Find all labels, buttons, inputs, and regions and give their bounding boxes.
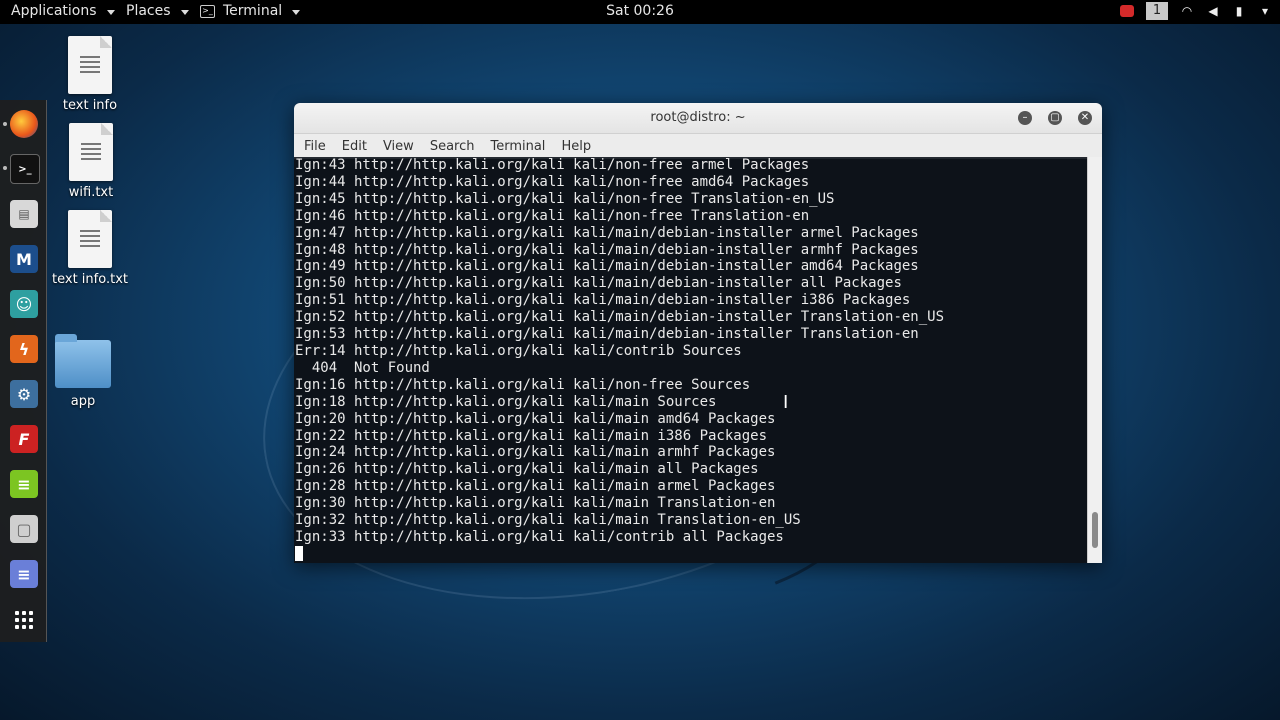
terminal-line: Ign:43 http://http.kali.org/kali kali/no…: [295, 157, 810, 173]
text-cursor-icon: I: [783, 392, 789, 413]
terminal-line: Err:14 http://http.kali.org/kali kali/co…: [295, 342, 742, 359]
scrollbar-thumb[interactable]: [1092, 512, 1098, 548]
volume-icon[interactable]: ◀: [1206, 4, 1220, 18]
desktop-icon-label: wifi.txt: [68, 185, 114, 200]
terminal-line: Ign:48 http://http.kali.org/kali kali/ma…: [295, 241, 919, 258]
terminal-line: Ign:16 http://http.kali.org/kali kali/no…: [295, 376, 751, 393]
terminal-line: Ign:24 http://http.kali.org/kali kali/ma…: [295, 444, 776, 461]
close-icon[interactable]: ✕: [1078, 111, 1092, 125]
menu-edit[interactable]: Edit: [334, 139, 375, 154]
terminal-line: Ign:20 http://http.kali.org/kali kali/ma…: [295, 410, 776, 427]
leafpad-icon[interactable]: ≡: [10, 470, 38, 498]
terminal-line: Ign:18 http://http.kali.org/kali kali/ma…: [295, 393, 717, 410]
maltego-icon[interactable]: ⚙: [10, 380, 38, 408]
record-indicator-icon[interactable]: [1120, 5, 1134, 17]
top-panel: Applications Places >_ Terminal Sat 00:26…: [0, 0, 1280, 24]
desktop-icon-wifi-txt[interactable]: wifi.txt: [51, 123, 131, 200]
terminal-line: Ign:44 http://http.kali.org/kali kali/no…: [295, 173, 810, 190]
terminal-line: Ign:50 http://http.kali.org/kali kali/ma…: [295, 275, 902, 292]
battery-icon[interactable]: ▮: [1232, 4, 1246, 18]
terminal-line: Ign:52 http://http.kali.org/kali kali/ma…: [295, 309, 945, 326]
settings-icon[interactable]: ▢: [10, 515, 38, 543]
desktop-icon-label: app: [70, 394, 96, 409]
text-cursor: [295, 546, 303, 562]
desktop-icon-label: text info: [62, 98, 118, 113]
files-icon[interactable]: ▤: [10, 200, 38, 228]
window-title: root@distro: ~: [650, 110, 746, 125]
terminal-line: Ign:28 http://http.kali.org/kali kali/ma…: [295, 478, 776, 495]
terminal-line: Ign:45 http://http.kali.org/kali kali/no…: [295, 190, 835, 207]
clock[interactable]: Sat 00:26: [0, 3, 1280, 19]
minimize-icon[interactable]: –: [1018, 111, 1032, 125]
menu-terminal[interactable]: Terminal: [482, 139, 553, 154]
terminal-line: Ign:32 http://http.kali.org/kali kali/ma…: [295, 512, 801, 529]
terminal-prompt[interactable]: [295, 546, 944, 563]
desktop-icon-label: text info.txt: [52, 272, 128, 287]
text-file-icon: [68, 36, 112, 94]
menu-search[interactable]: Search: [422, 139, 483, 154]
armitage-icon[interactable]: ☺: [10, 290, 38, 318]
terminal-line: Ign:26 http://http.kali.org/kali kali/ma…: [295, 461, 759, 478]
wifi-icon[interactable]: ◠: [1180, 4, 1194, 18]
menu-help[interactable]: Help: [553, 139, 599, 154]
chevron-down-icon[interactable]: ▾: [1258, 4, 1272, 18]
maximize-icon[interactable]: ▢: [1048, 111, 1062, 125]
show-apps-icon[interactable]: [10, 606, 38, 634]
terminal-line: Ign:49 http://http.kali.org/kali kali/ma…: [295, 258, 919, 275]
firefox-icon[interactable]: [10, 110, 38, 138]
desktop-icon-text-info[interactable]: text info: [50, 36, 130, 113]
terminal-line: Ign:46 http://http.kali.org/kali kali/no…: [295, 207, 810, 224]
folder-icon: [55, 334, 111, 388]
faraday-icon[interactable]: F: [10, 425, 38, 453]
terminal-line: Ign:30 http://http.kali.org/kali kali/ma…: [295, 495, 776, 512]
menu-view[interactable]: View: [375, 139, 422, 154]
terminal-icon[interactable]: >_: [10, 154, 40, 184]
terminal-line: Ign:33 http://http.kali.org/kali kali/co…: [295, 528, 784, 545]
terminal-line: Ign:22 http://http.kali.org/kali kali/ma…: [295, 427, 768, 444]
running-indicator: [3, 166, 7, 170]
desktop-icon-app[interactable]: app: [43, 334, 123, 409]
text-file-icon: [68, 210, 112, 268]
running-indicator: [3, 122, 7, 126]
terminal-output[interactable]: Ign:43 http://http.kali.org/kali kali/no…: [294, 157, 1088, 563]
terminal-line: Ign:47 http://http.kali.org/kali kali/ma…: [295, 224, 919, 241]
workspace-indicator[interactable]: 1: [1146, 2, 1168, 20]
terminal-window: root@distro: ~ – ▢ ✕ File Edit View Sear…: [294, 103, 1102, 563]
dock: >_ ▤ M ☺ ϟ ⚙ F ≡ ▢ ≡: [0, 100, 47, 642]
burpsuite-icon[interactable]: ϟ: [10, 335, 38, 363]
menu-bar: File Edit View Search Terminal Help: [294, 134, 1102, 159]
scrollbar[interactable]: [1087, 157, 1102, 563]
terminal-line: 404 Not Found: [295, 359, 430, 376]
menu-file[interactable]: File: [296, 139, 334, 154]
desktop-icon-text-info-txt[interactable]: text info.txt: [50, 210, 130, 287]
terminal-line: Ign:53 http://http.kali.org/kali kali/ma…: [295, 326, 919, 343]
terminal-line: Ign:51 http://http.kali.org/kali kali/ma…: [295, 292, 911, 309]
metasploit-icon[interactable]: M: [10, 245, 38, 273]
text-file-icon: [69, 123, 113, 181]
text-editor-icon[interactable]: ≡: [10, 560, 38, 588]
window-titlebar[interactable]: root@distro: ~ – ▢ ✕: [294, 103, 1102, 134]
system-tray: 1 ◠ ◀ ▮ ▾: [1120, 2, 1272, 20]
terminal-text: Ign:43 http://http.kali.org/kali kali/no…: [295, 157, 944, 563]
